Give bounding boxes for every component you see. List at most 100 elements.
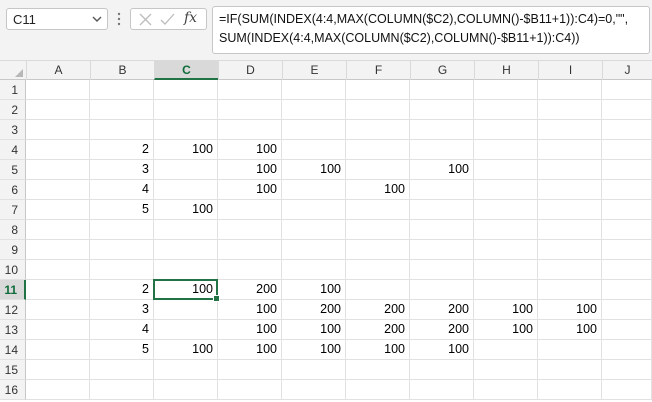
cell-h11[interactable] (474, 280, 538, 300)
cell-d16[interactable] (218, 380, 282, 400)
cell-g8[interactable] (410, 220, 474, 240)
cell-e16[interactable] (282, 380, 346, 400)
cell-j4[interactable] (602, 140, 652, 160)
cell-e5[interactable]: 100 (282, 160, 346, 180)
column-header-b[interactable]: B (90, 61, 154, 80)
cell-b12[interactable]: 3 (90, 300, 154, 320)
cell-b16[interactable] (90, 380, 154, 400)
cell-g7[interactable] (410, 200, 474, 220)
column-header-j[interactable]: J (602, 61, 652, 80)
cell-e9[interactable] (282, 240, 346, 260)
column-header-g[interactable]: G (410, 61, 474, 80)
cell-h7[interactable] (474, 200, 538, 220)
cell-d12[interactable]: 100 (218, 300, 282, 320)
cell-j12[interactable] (602, 300, 652, 320)
cell-g6[interactable] (410, 180, 474, 200)
column-header-h[interactable]: H (474, 61, 538, 80)
cell-e8[interactable] (282, 220, 346, 240)
cell-b2[interactable] (90, 100, 154, 120)
row-header-16[interactable]: 16 (0, 380, 26, 400)
cell-d2[interactable] (218, 100, 282, 120)
cell-b7[interactable]: 5 (90, 200, 154, 220)
cell-j14[interactable] (602, 340, 652, 360)
cell-g13[interactable]: 200 (410, 320, 474, 340)
cell-i14[interactable] (538, 340, 602, 360)
cell-c3[interactable] (154, 120, 218, 140)
cell-c6[interactable] (154, 180, 218, 200)
cell-d3[interactable] (218, 120, 282, 140)
cell-e14[interactable]: 100 (282, 340, 346, 360)
cell-a2[interactable] (26, 100, 90, 120)
cell-d1[interactable] (218, 80, 282, 100)
cell-b14[interactable]: 5 (90, 340, 154, 360)
cell-c10[interactable] (154, 260, 218, 280)
row-header-10[interactable]: 10 (0, 260, 26, 280)
cell-f3[interactable] (346, 120, 410, 140)
cell-g16[interactable] (410, 380, 474, 400)
cell-f7[interactable] (346, 200, 410, 220)
cell-h3[interactable] (474, 120, 538, 140)
cell-b3[interactable] (90, 120, 154, 140)
cell-h4[interactable] (474, 140, 538, 160)
cell-g15[interactable] (410, 360, 474, 380)
cell-a16[interactable] (26, 380, 90, 400)
cell-a9[interactable] (26, 240, 90, 260)
cell-j3[interactable] (602, 120, 652, 140)
row-header-14[interactable]: 14 (0, 340, 26, 360)
cell-f9[interactable] (346, 240, 410, 260)
row-header-13[interactable]: 13 (0, 320, 26, 340)
cell-g3[interactable] (410, 120, 474, 140)
cell-i1[interactable] (538, 80, 602, 100)
cell-b1[interactable] (90, 80, 154, 100)
row-header-7[interactable]: 7 (0, 200, 26, 220)
cell-i11[interactable] (538, 280, 602, 300)
cell-e6[interactable] (282, 180, 346, 200)
cell-g14[interactable]: 100 (410, 340, 474, 360)
cell-j11[interactable] (602, 280, 652, 300)
column-header-f[interactable]: F (346, 61, 410, 80)
cell-c2[interactable] (154, 100, 218, 120)
cell-h1[interactable] (474, 80, 538, 100)
column-header-a[interactable]: A (26, 61, 90, 80)
cell-e12[interactable]: 200 (282, 300, 346, 320)
cell-j7[interactable] (602, 200, 652, 220)
cell-f14[interactable]: 100 (346, 340, 410, 360)
column-header-e[interactable]: E (282, 61, 346, 80)
cell-i12[interactable]: 100 (538, 300, 602, 320)
cell-e13[interactable]: 100 (282, 320, 346, 340)
row-header-3[interactable]: 3 (0, 120, 26, 140)
select-all-button[interactable] (0, 61, 26, 80)
cell-a8[interactable] (26, 220, 90, 240)
cell-b15[interactable] (90, 360, 154, 380)
cell-g9[interactable] (410, 240, 474, 260)
cell-b4[interactable]: 2 (90, 140, 154, 160)
cell-e3[interactable] (282, 120, 346, 140)
cell-f15[interactable] (346, 360, 410, 380)
cell-i15[interactable] (538, 360, 602, 380)
cell-d7[interactable] (218, 200, 282, 220)
cell-h2[interactable] (474, 100, 538, 120)
cell-g1[interactable] (410, 80, 474, 100)
column-header-d[interactable]: D (218, 61, 282, 80)
cell-c8[interactable] (154, 220, 218, 240)
cell-i13[interactable]: 100 (538, 320, 602, 340)
cell-h9[interactable] (474, 240, 538, 260)
cell-a4[interactable] (26, 140, 90, 160)
cell-a15[interactable] (26, 360, 90, 380)
cell-d13[interactable]: 100 (218, 320, 282, 340)
cell-c4[interactable]: 100 (154, 140, 218, 160)
formula-input[interactable]: =IF(SUM(INDEX(4:4,MAX(COLUMN($C2),COLUMN… (212, 6, 650, 54)
row-header-9[interactable]: 9 (0, 240, 26, 260)
cell-j8[interactable] (602, 220, 652, 240)
cell-j15[interactable] (602, 360, 652, 380)
cell-g10[interactable] (410, 260, 474, 280)
cell-g4[interactable] (410, 140, 474, 160)
name-box[interactable]: C11 (6, 8, 108, 30)
close-icon[interactable] (139, 13, 152, 26)
row-header-11[interactable]: 11 (0, 280, 26, 300)
cell-g12[interactable]: 200 (410, 300, 474, 320)
cell-f6[interactable]: 100 (346, 180, 410, 200)
cell-g5[interactable]: 100 (410, 160, 474, 180)
cell-i10[interactable] (538, 260, 602, 280)
cell-f16[interactable] (346, 380, 410, 400)
